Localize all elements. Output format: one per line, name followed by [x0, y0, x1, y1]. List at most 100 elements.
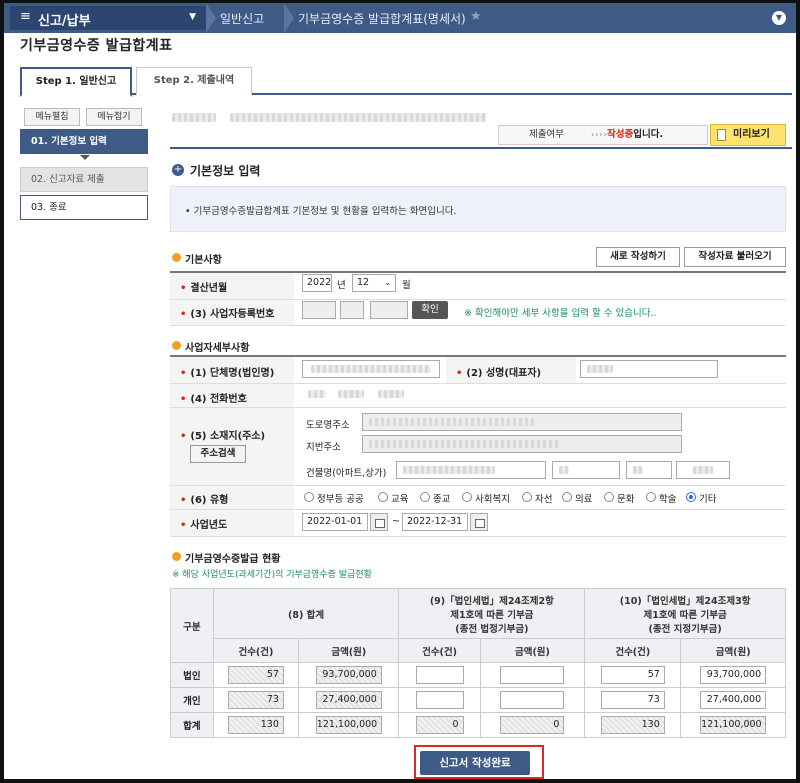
page-title: 기부금영수증 발급합계표	[20, 38, 173, 54]
col-header-amount: 금액(원)	[479, 638, 586, 663]
type-label-culture: 문화	[617, 494, 635, 505]
calendar-icon[interactable]	[470, 513, 488, 531]
table-cell: 27,400,000	[298, 687, 400, 713]
month-unit: 월	[402, 280, 411, 291]
tab-general-filing[interactable]: Step 1. 일반신고	[20, 67, 132, 97]
chevron-down-icon[interactable]: ▼	[772, 11, 786, 25]
redacted-text	[693, 466, 713, 474]
divider	[170, 147, 792, 149]
plus-circle-icon: +	[172, 164, 184, 176]
menu-expand-button[interactable]: 메뉴펼침	[24, 108, 80, 126]
address-label-text: (5) 소재지(주소)	[190, 431, 266, 442]
bullet-icon	[172, 253, 181, 262]
lot-address-input[interactable]	[362, 435, 682, 453]
type-radio-education[interactable]	[378, 492, 388, 502]
status-arrows: ››››	[591, 130, 608, 139]
building-input[interactable]	[396, 461, 546, 479]
start-date-input[interactable]: 2022-01-01	[302, 513, 368, 531]
settle-year-input[interactable]: 2022	[302, 274, 332, 292]
breadcrumb-item-general[interactable]: 일반신고	[220, 10, 264, 27]
settle-month-select[interactable]: 12 ⌄	[352, 274, 396, 292]
row-label-total: 합계	[170, 712, 214, 738]
type-radio-welfare[interactable]	[462, 492, 472, 502]
designated-amount-total: 121,100,000	[700, 716, 767, 734]
table-row: 합계 130 121,100,000 0 0 130 121,100,000	[170, 712, 786, 738]
preview-label: 미리보기	[733, 129, 770, 140]
type-label-other: 기타	[699, 494, 717, 505]
year-unit: 년	[337, 280, 346, 291]
building-ho-input[interactable]	[626, 461, 672, 479]
type-label-academic: 학술	[659, 494, 677, 505]
sidebar-item-basic-info[interactable]: 01. 기본정보 입력	[20, 129, 148, 154]
road-address-input[interactable]	[362, 413, 682, 431]
complete-filing-button[interactable]: 신고서 작성완료	[420, 751, 530, 775]
preview-button[interactable]: 미리보기	[710, 124, 786, 146]
type-label-welfare: 사회복지	[475, 494, 510, 505]
calendar-icon[interactable]	[370, 513, 388, 531]
step-arrow-icon	[80, 155, 90, 160]
bizno-part1-input[interactable]	[302, 301, 336, 319]
end-date-input[interactable]: 2022-12-31	[402, 513, 468, 531]
divider	[170, 509, 786, 510]
main-menu-title: 신고/납부	[38, 14, 91, 29]
rep-name-input[interactable]	[580, 360, 718, 378]
col10-line3: (종전 지정기부금)	[648, 623, 722, 635]
statutory-count-input[interactable]	[415, 691, 464, 709]
org-name-input[interactable]	[302, 360, 440, 378]
sidebar-item-finish[interactable]: 03. 종료	[20, 195, 148, 220]
designated-count-input[interactable]: 57	[600, 666, 665, 684]
phone-label: • (4) 전화번호	[180, 394, 247, 405]
table-cell: 0	[479, 712, 586, 738]
bizno-confirm-button[interactable]: 확인	[412, 301, 448, 319]
total-count-cell: 130	[227, 716, 284, 734]
bullet-icon	[172, 341, 181, 350]
menu-collapse-button[interactable]: 메뉴접기	[86, 108, 142, 126]
table-cell: 57	[584, 662, 682, 688]
statutory-amount-input[interactable]	[500, 691, 565, 709]
type-radio-religion[interactable]	[420, 492, 430, 502]
type-radio-culture[interactable]	[604, 492, 614, 502]
table-cell	[398, 662, 481, 688]
tab-submission-history[interactable]: Step 2. 제출내역	[136, 67, 252, 95]
col-header-amount: 금액(원)	[680, 638, 786, 663]
type-label-religion: 종교	[433, 494, 451, 505]
type-radio-public[interactable]	[304, 492, 314, 502]
breadcrumb-item-current[interactable]: 기부금영수증 발급합계표(명세서)	[298, 10, 466, 27]
col10-line2: 제1호에 따른 기부금	[643, 609, 727, 621]
detail-section-title: 사업자세부사항	[185, 343, 250, 354]
org-name-label-text: (1) 단체명(법인명)	[190, 368, 275, 379]
sidebar-item-submit[interactable]: 02. 신고자료 제출	[20, 167, 148, 192]
load-saved-button[interactable]: 작성자료 불러오기	[684, 247, 786, 267]
col10-line1: (10)「법인세법」제24조제3항	[619, 595, 751, 607]
table-cell	[479, 662, 586, 688]
statutory-count-input[interactable]	[415, 666, 464, 684]
statutory-amount-input[interactable]	[500, 666, 565, 684]
type-radio-academic[interactable]	[646, 492, 656, 502]
designated-count-input[interactable]: 73	[600, 691, 665, 709]
col9-line2: 제1호에 따른 기부금	[450, 609, 534, 621]
table-cell	[398, 687, 481, 713]
redacted-text	[403, 466, 495, 474]
address-search-button[interactable]: 주소검색	[190, 445, 246, 463]
total-amount-cell: 27,400,000	[315, 691, 382, 709]
building-dong-input[interactable]	[552, 461, 620, 479]
designated-amount-input[interactable]: 93,700,000	[700, 666, 767, 684]
total-count-cell: 57	[227, 666, 284, 684]
status-value-suffix: 입니다.	[633, 129, 664, 140]
bizno-part2-input[interactable]	[340, 301, 364, 319]
type-radio-other[interactable]	[686, 492, 696, 502]
table-cell: 93,700,000	[298, 662, 400, 688]
type-radio-medical[interactable]	[562, 492, 572, 502]
building-floor-input[interactable]	[676, 461, 730, 479]
main-menu-dropdown[interactable]: ≡ 신고/납부 ▼	[10, 6, 206, 30]
bizno-part3-input[interactable]	[370, 301, 408, 319]
new-write-button[interactable]: 새로 작성하기	[596, 247, 680, 267]
submission-status-box: 제출여부 ›››› 작성중입니다.	[498, 125, 708, 145]
type-radio-charity[interactable]	[522, 492, 532, 502]
star-icon[interactable]: ★	[470, 9, 482, 24]
total-count-cell: 73	[227, 691, 284, 709]
designated-amount-input[interactable]: 27,400,000	[700, 691, 767, 709]
redacted-text	[311, 365, 431, 373]
redacted-text	[230, 113, 486, 122]
row-label-corporate: 법인	[170, 662, 214, 688]
